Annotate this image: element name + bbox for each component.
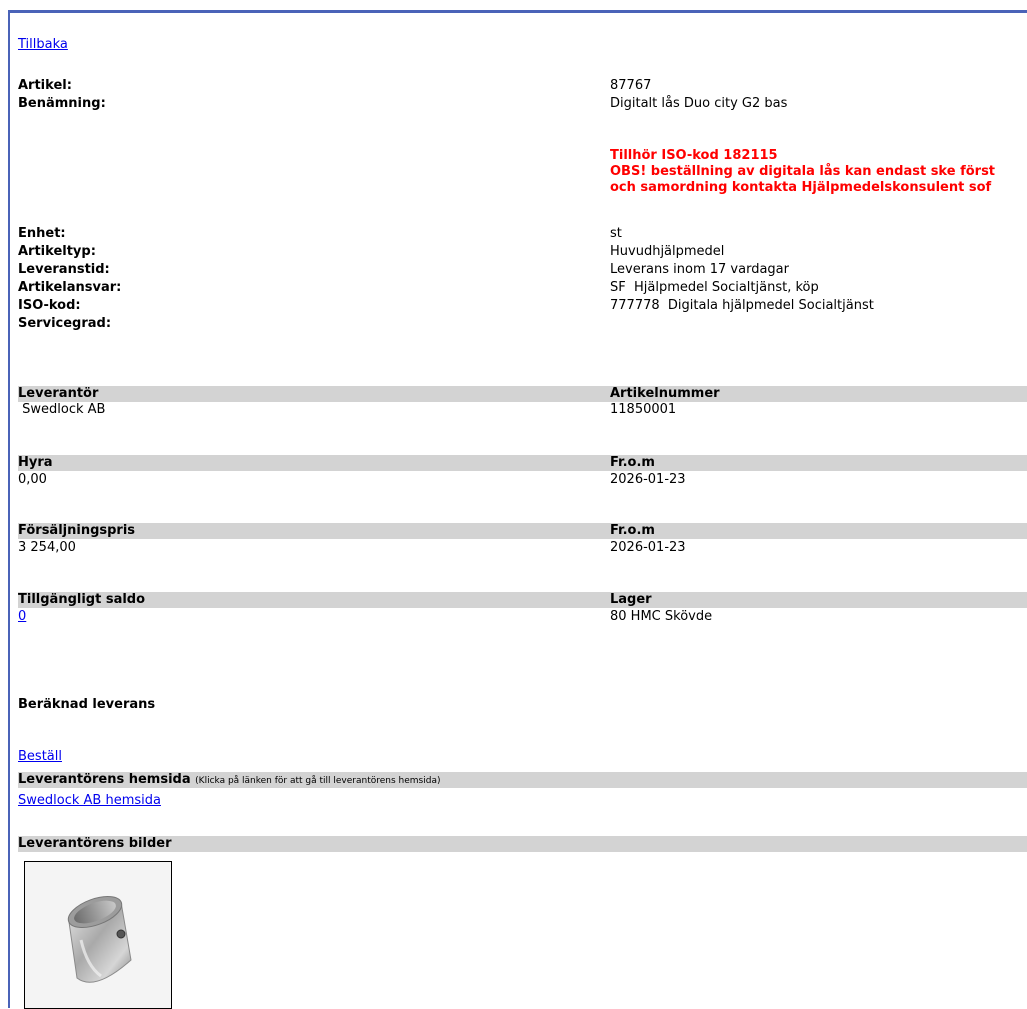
sales-from-value: 2026-01-23: [610, 540, 686, 555]
rent-header: Hyra: [18, 455, 53, 470]
supplier-value: Swedlock AB: [18, 402, 106, 417]
rent-header-bar: Hyra Fr.o.m: [18, 455, 1027, 471]
article-label: Artikel:: [18, 78, 72, 93]
article-number-value: 11850001: [610, 402, 677, 417]
supplier-images-header: Leverantörens bilder: [18, 836, 172, 851]
name-label: Benämning:: [18, 96, 106, 111]
iso-notice: Tillhör ISO-kod 182115: [610, 148, 778, 163]
sales-price-value: 3 254,00: [18, 540, 76, 555]
estimated-delivery-heading: Beräknad leverans: [18, 697, 156, 712]
available-balance-header: Tillgängligt saldo: [18, 592, 146, 607]
supplier-header-bar: Leverantör Artikelnummer: [18, 386, 1027, 402]
name-value: Digitalt lås Duo city G2 bas: [610, 96, 788, 111]
warehouse-value: 80 HMC Skövde: [610, 609, 713, 624]
rent-from-header: Fr.o.m: [610, 455, 655, 470]
page-frame-top: [8, 10, 1027, 13]
delivery-time-label: Leveranstid:: [18, 262, 110, 277]
order-warning-line1: OBS! beställning av digitala lås kan end…: [610, 164, 996, 179]
door-lock-cylinder-icon: [67, 895, 132, 983]
rent-from-value: 2026-01-23: [610, 472, 686, 487]
product-image[interactable]: [24, 861, 172, 1009]
article-responsible-label: Artikelansvar:: [18, 280, 122, 295]
delivery-time-value: Leverans inom 17 vardagar: [610, 262, 789, 277]
supplier-homepage-hint: (Klicka på länken för att gå till levera…: [195, 776, 441, 786]
supplier-header: Leverantör: [18, 386, 99, 401]
unit-value: st: [610, 226, 622, 241]
sales-price-header-bar: Försäljningspris Fr.o.m: [18, 523, 1027, 539]
iso-code-label: ISO-kod:: [18, 298, 81, 313]
page-frame-left: [8, 10, 10, 1008]
sales-from-header: Fr.o.m: [610, 523, 655, 538]
warehouse-header: Lager: [610, 592, 652, 607]
sales-price-header: Försäljningspris: [18, 523, 136, 538]
unit-label: Enhet:: [18, 226, 66, 241]
rent-value: 0,00: [18, 472, 47, 487]
iso-code-value: 777778 Digitala hjälpmedel Socialtjänst: [610, 298, 874, 313]
article-responsible-value: SF Hjälpmedel Socialtjänst, köp: [610, 280, 819, 295]
supplier-homepage-title: Leverantörens hemsida: [18, 772, 191, 787]
homepage-header-bar: Leverantörens hemsida (Klicka på länken …: [18, 772, 1027, 788]
supplier-homepage-header: Leverantörens hemsida (Klicka på länken …: [18, 772, 441, 789]
article-value: 87767: [610, 78, 652, 93]
stock-header-bar: Tillgängligt saldo Lager: [18, 592, 1027, 608]
order-link[interactable]: Beställ: [18, 749, 62, 764]
article-type-label: Artikeltyp:: [18, 244, 96, 259]
service-level-label: Servicegrad:: [18, 316, 112, 331]
order-warning-line2: och samordning kontakta Hjälpmedelskonsu…: [610, 180, 992, 195]
back-link[interactable]: Tillbaka: [18, 37, 68, 52]
available-balance-link[interactable]: 0: [18, 609, 26, 624]
article-type-value: Huvudhjälpmedel: [610, 244, 725, 259]
supplier-images-header-bar: Leverantörens bilder: [18, 836, 1027, 852]
supplier-homepage-link[interactable]: Swedlock AB hemsida: [18, 793, 161, 808]
article-number-header: Artikelnummer: [610, 386, 720, 401]
